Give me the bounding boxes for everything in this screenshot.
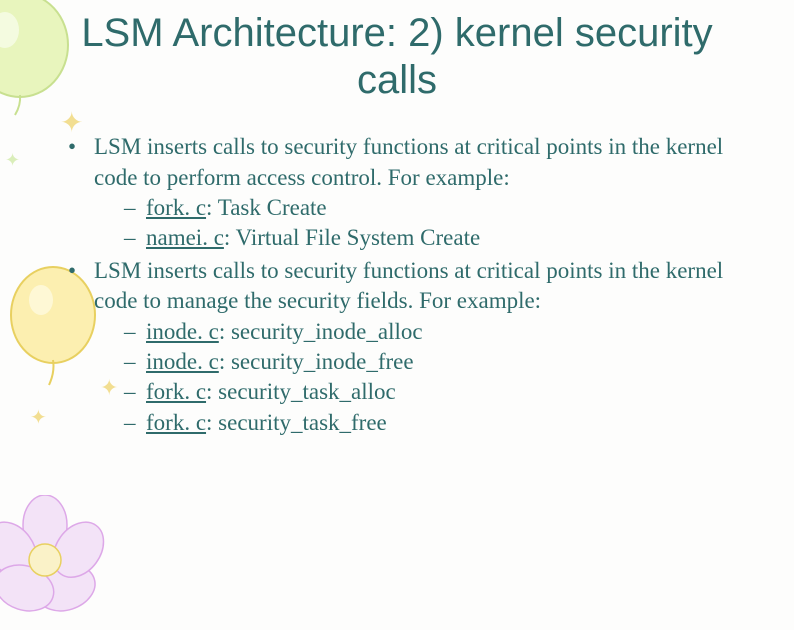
file-name: inode. c — [146, 349, 219, 374]
list-item: LSM inserts calls to security functions … — [76, 132, 754, 253]
file-desc: : Virtual File System Create — [224, 225, 480, 250]
bullet-text: LSM inserts calls to security functions … — [94, 258, 723, 313]
file-name: namei. c — [146, 225, 224, 250]
list-item: fork. c: Task Create — [128, 193, 754, 223]
list-item: namei. c: Virtual File System Create — [128, 223, 754, 253]
file-name: fork. c — [146, 195, 206, 220]
slide-title: LSM Architecture: 2) kernel security cal… — [40, 10, 754, 104]
file-desc: : security_inode_alloc — [219, 319, 423, 344]
flower-decoration — [0, 495, 110, 625]
file-desc: : security_task_free — [206, 410, 387, 435]
file-desc: : security_inode_free — [219, 349, 414, 374]
file-name: fork. c — [146, 410, 206, 435]
file-desc: : security_task_alloc — [206, 379, 396, 404]
file-desc: : Task Create — [206, 195, 327, 220]
list-item: LSM inserts calls to security functions … — [76, 256, 754, 438]
slide-content: LSM Architecture: 2) kernel security cal… — [0, 0, 794, 438]
list-item: fork. c: security_task_alloc — [128, 377, 754, 407]
list-item: inode. c: security_inode_free — [128, 347, 754, 377]
bullet-text: LSM inserts calls to security functions … — [94, 134, 723, 189]
file-name: fork. c — [146, 379, 206, 404]
sub-list: inode. c: security_inode_alloc inode. c:… — [94, 317, 754, 438]
list-item: inode. c: security_inode_alloc — [128, 317, 754, 347]
sub-list: fork. c: Task Create namei. c: Virtual F… — [94, 193, 754, 254]
file-name: inode. c — [146, 319, 219, 344]
bullet-list: LSM inserts calls to security functions … — [40, 132, 754, 438]
list-item: fork. c: security_task_free — [128, 408, 754, 438]
